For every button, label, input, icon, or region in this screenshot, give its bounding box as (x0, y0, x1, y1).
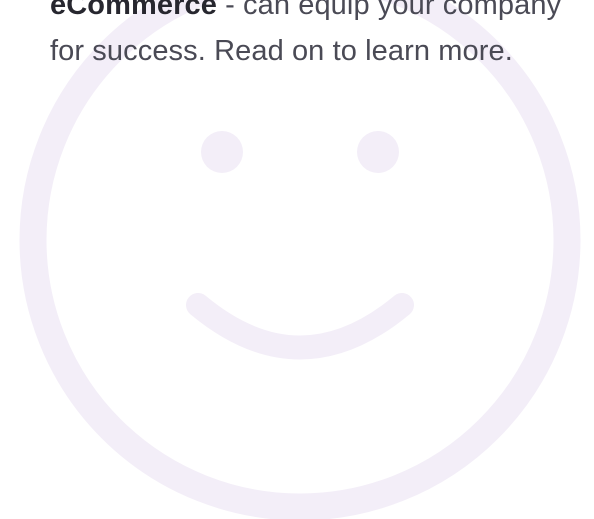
smiley-right-eye (357, 131, 399, 173)
smiley-face-icon (19, 0, 581, 519)
intro-bold-term: eCommerce (50, 0, 217, 21)
intro-paragraph: eCommerce - can equip your company for s… (50, 0, 590, 74)
intro-line1-text: - can equip your company (216, 0, 562, 21)
smiley-face-outline (19, 0, 581, 519)
smiley-left-eye (201, 131, 243, 173)
intro-line2-text: for success. Read on to learn more. (50, 35, 513, 67)
content-page: eCommerce - can equip your company for s… (0, 0, 594, 519)
smiley-mouth (186, 293, 414, 360)
